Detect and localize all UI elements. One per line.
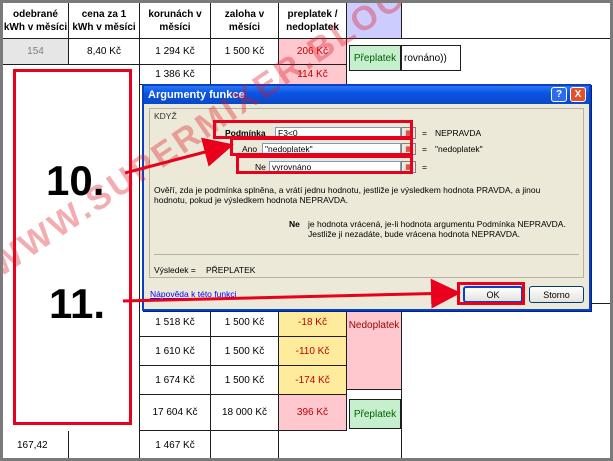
arrow-11 <box>122 278 461 309</box>
screenshot-frame: odebrané kWh v měsíci cena za 1 kWh v měsí… <box>0 0 613 461</box>
